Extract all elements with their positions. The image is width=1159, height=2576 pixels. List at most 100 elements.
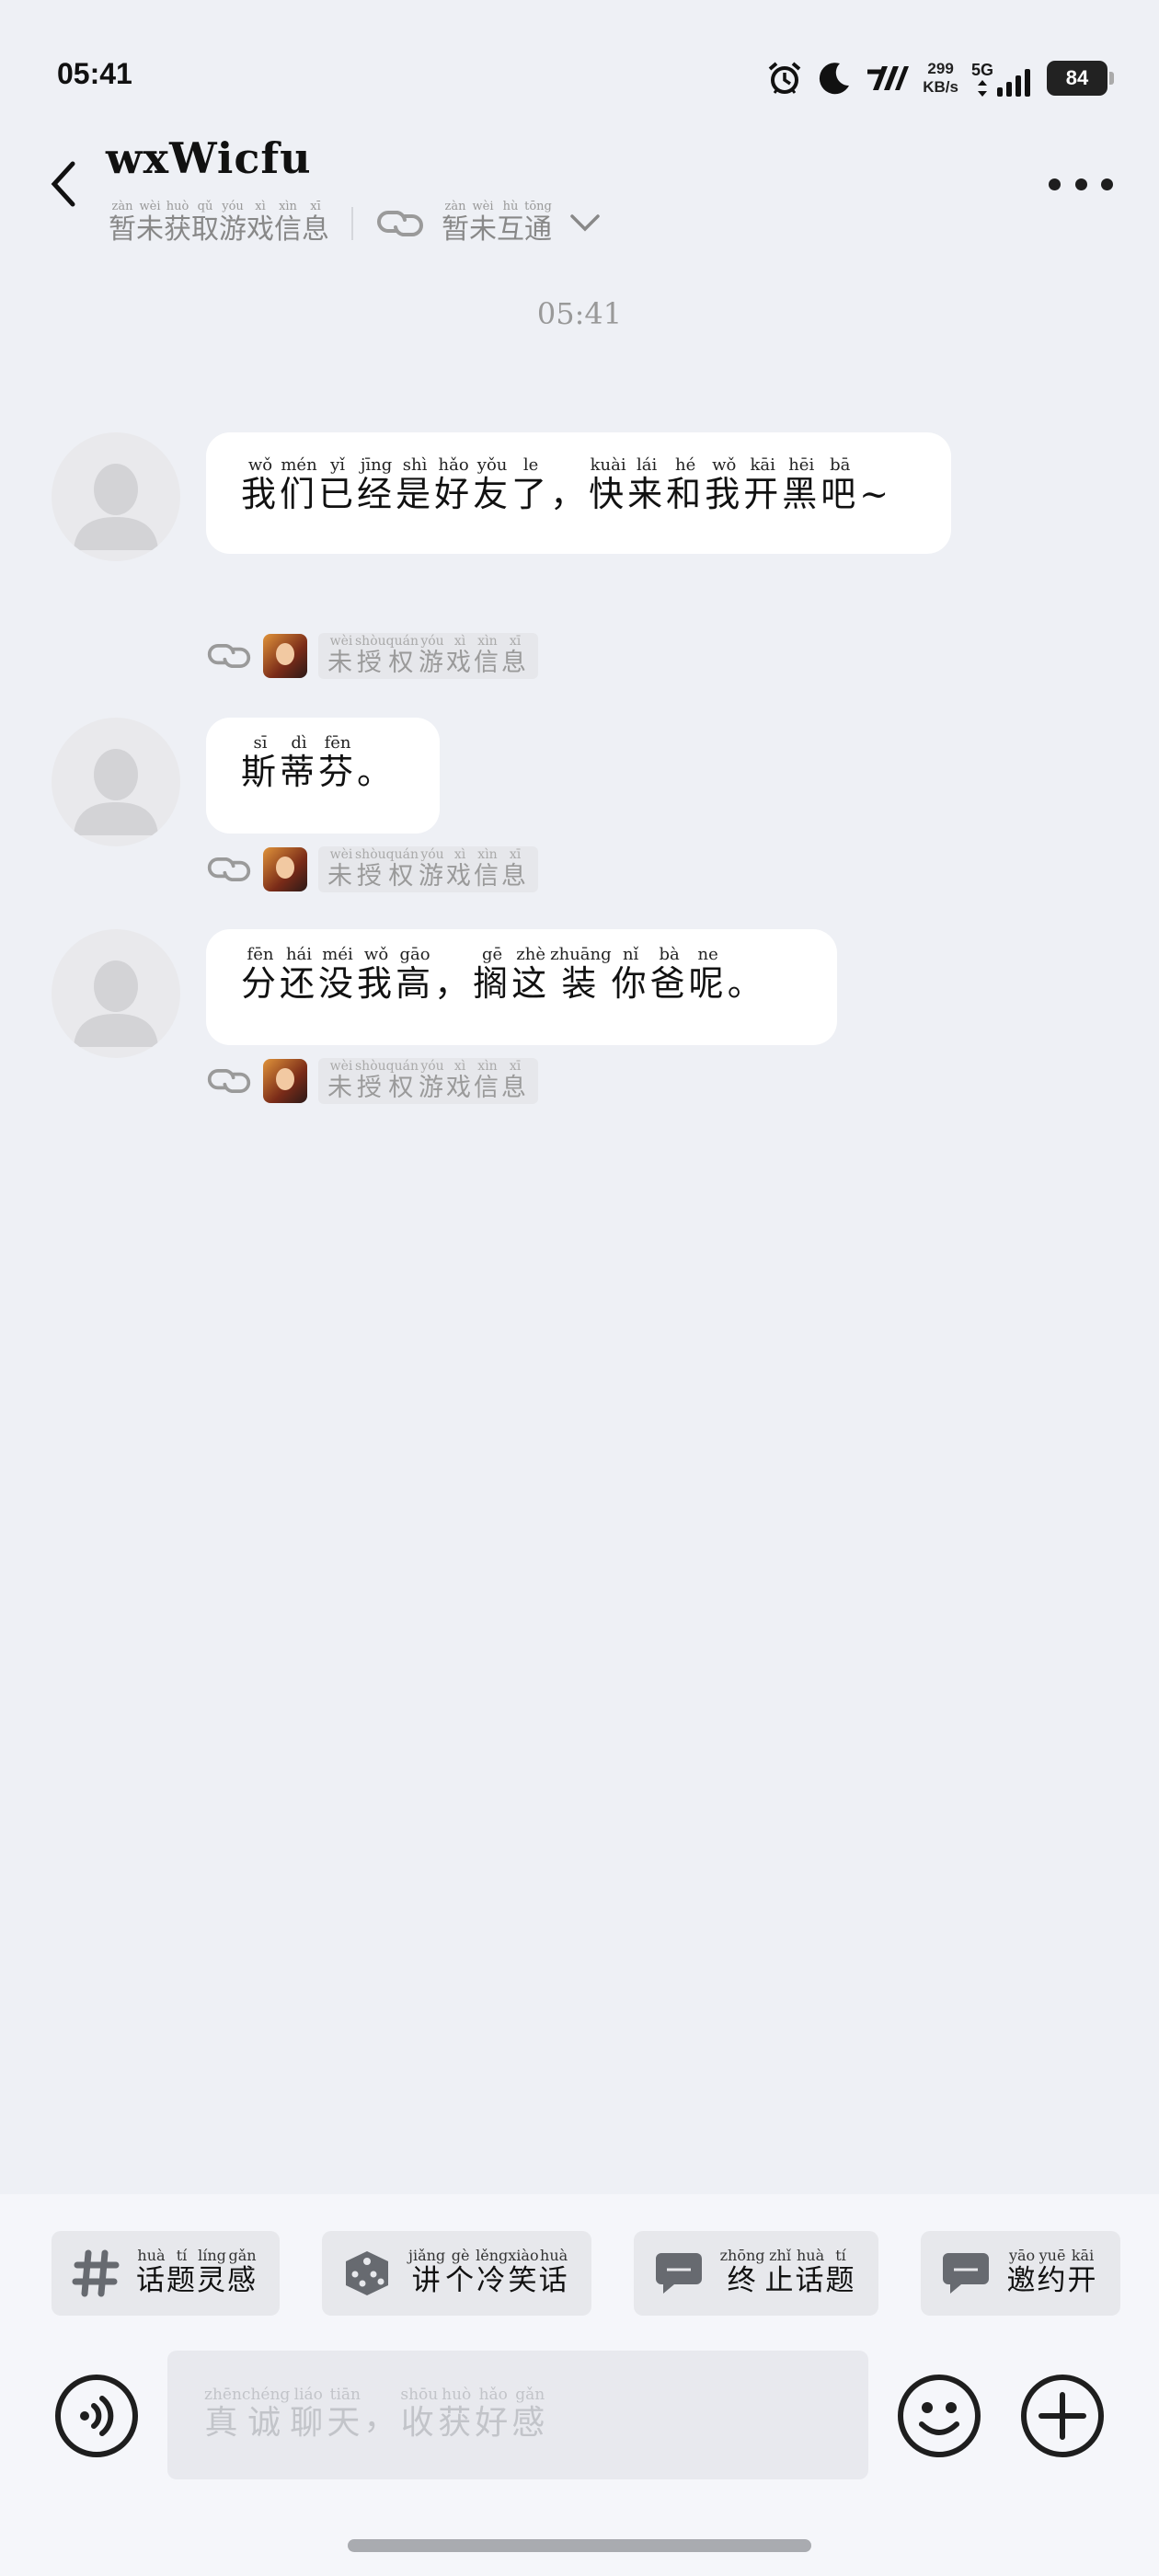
ruby-char: 互hù (497, 200, 524, 246)
ruby-char: 呢ne (688, 945, 728, 1004)
more-options-button[interactable] (1049, 166, 1113, 202)
ruby-char: 芬fēn (318, 733, 358, 792)
ruby-char: 终zhōng (719, 2247, 765, 2297)
ruby-char: 斯sī (241, 733, 281, 792)
chat-bubble-icon (655, 2253, 702, 2294)
ruby-char: 没méi (318, 945, 358, 1004)
link-icon (377, 211, 423, 236)
chip-label: 邀yāo约yuē开kāi (1006, 2247, 1098, 2298)
chip-invite[interactable]: 邀yāo约yuē开kāi (920, 2231, 1120, 2316)
ruby-char: 好hǎo (475, 2385, 512, 2442)
ruby-char: 感gǎn (227, 2247, 258, 2297)
ruby-char: 你nǐ (611, 945, 650, 1004)
chip-label: 讲jiǎng个gè冷lěng笑xiào话huà (408, 2247, 569, 2298)
ruby-char: 息xī (501, 846, 529, 891)
ruby-char: 游yóu (419, 633, 446, 677)
cellular-signal: 5G (971, 61, 1034, 97)
chip-end-topic[interactable]: 终zhōng止zhǐ话huà题tí (633, 2231, 878, 2316)
chat-title: wxWicfu (106, 133, 312, 183)
chip-topic-inspiration[interactable]: 话huà题tí灵líng感gǎn (52, 2231, 280, 2316)
ruby-char: 是shì (396, 455, 435, 514)
ruby-char: 经jīng (357, 455, 396, 514)
input-row: 真zhēn 诚chéng 聊liáo 天tiān，收shōu 获huò 好hǎo 感gǎn (0, 2351, 1159, 2479)
hashtag-icon (72, 2249, 120, 2297)
ruby-char: 止zhǐ (764, 2247, 796, 2297)
net-speed-unit: KB/s (923, 78, 958, 96)
ruby-char: 话huà (795, 2247, 826, 2297)
ruby-char: 个gè (445, 2247, 476, 2297)
plus-icon[interactable] (1019, 2373, 1106, 2459)
net-speed: 299 KB/s (923, 60, 958, 97)
default-avatar-icon (74, 464, 158, 550)
ruby-char: 黑hēi (782, 455, 821, 514)
home-indicator[interactable] (348, 2539, 811, 2552)
ruby-char: 快kuài (589, 455, 628, 514)
ruby-char: 爸bà (649, 945, 689, 1004)
chip-tell-joke[interactable]: 讲jiǎng个gè冷lěng笑xiào话huà (322, 2231, 591, 2316)
chip-label: 话huà题tí灵líng感gǎn (136, 2247, 258, 2298)
game-logo-icon (263, 634, 307, 678)
ruby-char: 取qǔ (191, 200, 219, 246)
ruby-char: 暂zàn (109, 200, 136, 246)
ruby-char: ， (550, 474, 590, 514)
suggestion-chips: 话huà题tí灵líng感gǎn 讲jiǎng个gè冷lěng笑xiào话huà… (52, 2231, 1120, 2316)
ruby-char: 权quán (385, 633, 419, 677)
ruby-char: 天tiān (327, 2385, 364, 2442)
ruby-char: 约yuē (1037, 2247, 1068, 2297)
ruby-char: 和hé (666, 455, 706, 514)
link-icon (207, 857, 251, 881)
avatar[interactable] (52, 432, 180, 561)
voice-input-icon[interactable] (53, 2373, 140, 2459)
message-bubble[interactable]: 分fēn还hái没méi我wǒ高gāo，搁gē这zhè装zhuāng你nǐ爸bà… (206, 929, 837, 1045)
ruby-char: ~ (859, 474, 893, 514)
ruby-char: 笑xiào (508, 2247, 539, 2297)
dot-icon (1101, 178, 1113, 190)
ruby-char: 开kāi (743, 455, 783, 514)
ruby-char: 授shòu (355, 633, 386, 677)
ruby-char: 感gǎn (511, 2385, 549, 2442)
header-subtitle[interactable]: 暂zàn未wèi获huò取qǔ游yóu戏xì信xìn息xī 暂zàn未wèi互h… (109, 200, 602, 247)
subtitle-divider (351, 207, 353, 240)
moon-icon (820, 63, 850, 95)
ruby-char: 戏xì (446, 633, 474, 677)
status-time: 05:41 (57, 57, 132, 90)
ruby-char: 冷lěng (476, 2247, 509, 2297)
ruby-char: 游yóu (219, 200, 247, 246)
ruby-char: 搁gē (473, 945, 512, 1004)
ruby-char: 我wǒ (357, 945, 396, 1004)
alarm-icon (768, 62, 801, 94)
message-input[interactable]: 真zhēn 诚chéng 聊liáo 天tiān，收shōu 获huò 好hǎo 感gǎn (167, 2351, 868, 2479)
emoji-icon[interactable] (896, 2373, 982, 2459)
link-icon (207, 644, 251, 668)
ruby-char: 未wèi (327, 633, 355, 677)
bottom-panel: 话huà题tí灵líng感gǎn 讲jiǎng个gè冷lěng笑xiào话huà… (0, 2194, 1159, 2576)
ruby-char: 戏xì (446, 846, 474, 891)
ruby-char: 诚chéng (241, 2385, 291, 2442)
ruby-char: 权quán (385, 846, 419, 891)
ruby-char: 获huò (164, 200, 191, 246)
ruby-char: 收shōu (400, 2385, 439, 2442)
chevron-down-icon[interactable] (568, 213, 602, 235)
message-bubble[interactable]: 斯sī蒂dì芬fēn。 (206, 718, 440, 834)
game-logo-icon (263, 1059, 307, 1103)
dice-icon (346, 2251, 388, 2295)
ruby-char: 权quán (385, 1058, 419, 1102)
avatar[interactable] (52, 718, 180, 846)
ruby-char: 信xìn (474, 633, 501, 677)
ruby-char: 真zhēn (204, 2385, 242, 2442)
back-button[interactable] (37, 152, 88, 216)
ruby-char: 信xìn (474, 1058, 501, 1102)
message-bubble[interactable]: 我wǒ们mén已yǐ经jīng是shì好hǎo友yǒu了le，快kuài来lái… (206, 432, 951, 554)
network-type: 5G (970, 60, 993, 79)
ruby-char: 息xī (501, 1058, 529, 1102)
ruby-char: 我wǒ (241, 455, 281, 514)
chat-bubble-icon (942, 2253, 989, 2294)
default-avatar-icon (74, 749, 158, 835)
ruby-char: 还hái (280, 945, 319, 1004)
ruby-char: 我wǒ (705, 455, 744, 514)
default-avatar-icon (74, 960, 158, 1047)
avatar[interactable] (52, 929, 180, 1058)
ruby-char: 邀yāo (1006, 2247, 1038, 2297)
ruby-char: 息xī (302, 200, 329, 246)
game-info-row: 未wèi 授shòu 权quán 游yóu 戏xì 信xìn 息xī (206, 1058, 538, 1104)
